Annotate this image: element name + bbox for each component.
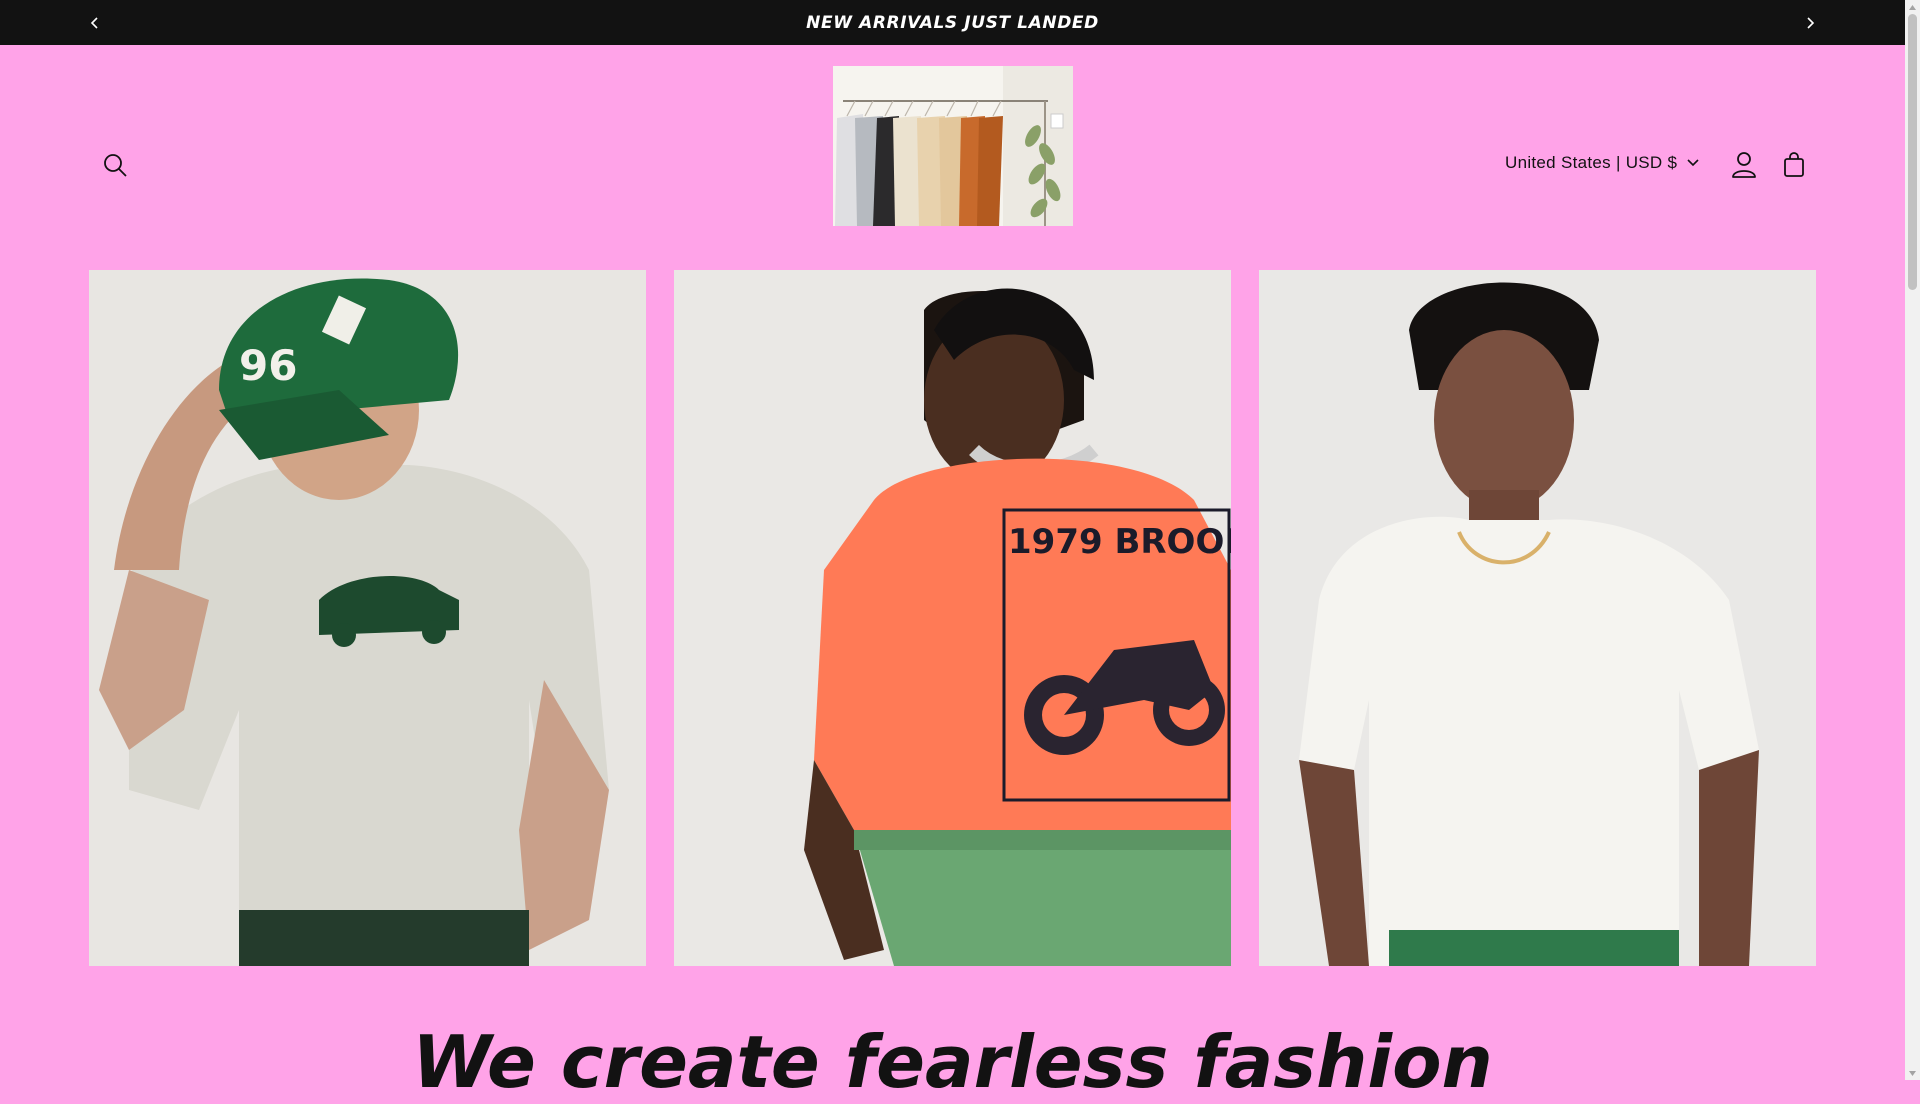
caret-down-icon: [1909, 1070, 1916, 1076]
page-scrollbar[interactable]: [1905, 0, 1920, 1080]
announcement-bar: NEW ARRIVALS JUST LANDED: [0, 0, 1905, 45]
scrollbar-thumb[interactable]: [1908, 14, 1917, 290]
model-green-cap-image: 96: [89, 270, 646, 966]
chevron-right-icon: [1807, 17, 1815, 29]
announcement-prev-button[interactable]: [83, 11, 107, 35]
collage-image-1[interactable]: 96: [89, 270, 646, 966]
scroll-up-button[interactable]: [1905, 0, 1920, 14]
collage-image-3[interactable]: [1259, 270, 1816, 966]
cart-icon: [1784, 152, 1804, 177]
chevron-down-icon: [1687, 159, 1699, 167]
site-header: United States | USD $: [0, 45, 1905, 270]
country-selector[interactable]: United States | USD $: [1505, 150, 1699, 176]
search-icon: [104, 154, 127, 177]
model-white-shirt-image: [1259, 270, 1816, 966]
search-button[interactable]: [95, 145, 135, 185]
model-orange-shirt-image: 1979 BROOKLYN: [674, 270, 1231, 966]
chevron-left-icon: [90, 17, 98, 29]
country-selector-label: United States | USD $: [1505, 153, 1678, 172]
caret-up-icon: [1909, 4, 1916, 10]
hero-headline: We create fearless fashion: [412, 1020, 1493, 1104]
collage-image-2[interactable]: 1979 BROOKLYN: [674, 270, 1231, 966]
announcement-text[interactable]: NEW ARRIVALS JUST LANDED: [806, 13, 1099, 33]
announcement-next-button[interactable]: [1798, 11, 1822, 35]
account-icon: [1732, 152, 1756, 178]
scroll-down-button[interactable]: [1905, 1066, 1920, 1080]
account-button[interactable]: [1724, 145, 1764, 185]
site-logo[interactable]: [833, 66, 1073, 226]
cap-number: 96: [239, 341, 297, 390]
logo-image: [833, 66, 1073, 226]
cart-button[interactable]: [1774, 145, 1814, 185]
print-text: 1979 BROOKLYN: [1008, 522, 1231, 562]
